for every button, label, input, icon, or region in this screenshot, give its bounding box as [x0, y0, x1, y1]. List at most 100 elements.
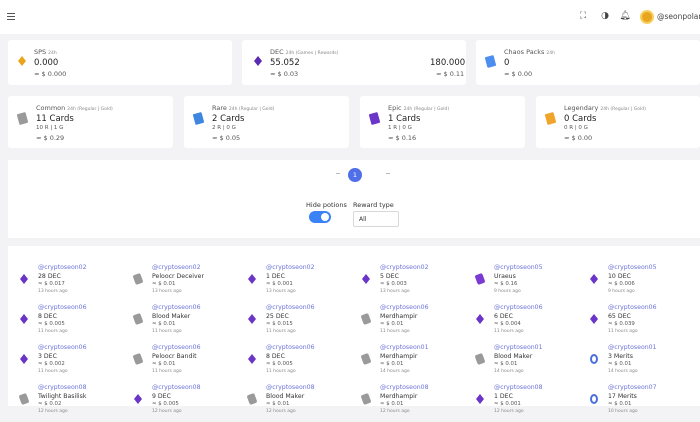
- feed-username[interactable]: @cryptoseon06: [608, 304, 657, 311]
- feed-time: 11 hours ago: [38, 369, 68, 374]
- rare-card: Rare 24h (Regular | Gold) 2 Cards 2 R | 0…: [184, 96, 349, 148]
- feed-reward: 65 DEC: [608, 313, 631, 320]
- feed-time: 11 hours ago: [38, 329, 68, 334]
- feed-time: 14 hours ago: [494, 369, 524, 374]
- feed-reward: Uraeus: [494, 273, 516, 280]
- feed-username[interactable]: @cryptoseon07: [608, 384, 657, 391]
- sps-title: SPS: [34, 48, 47, 56]
- feed-username[interactable]: @cryptoseon08: [152, 384, 201, 391]
- feed-username[interactable]: @cryptoseon08: [380, 384, 429, 391]
- avatar[interactable]: [640, 10, 654, 24]
- feed-item: @cryptoseon06 Blood Maker ≈ $ 0.01 11 hours…: [132, 304, 244, 342]
- feed-username[interactable]: @cryptoseon06: [266, 344, 315, 351]
- card-icon: [18, 392, 30, 406]
- menu-icon[interactable]: [7, 13, 15, 20]
- feed-username[interactable]: @cryptoseon08: [266, 384, 315, 391]
- common-usd: ≈ $ 0.29: [36, 134, 65, 142]
- common-card: Common 24h (Regular | Gold) 11 Cards 10 R…: [8, 96, 173, 148]
- feed-username[interactable]: @cryptoseon02: [380, 264, 429, 271]
- feed-username[interactable]: @cryptoseon08: [494, 384, 543, 391]
- epic-title: Epic: [388, 104, 402, 112]
- feed-item: @cryptoseon08 1 DEC ≈ $ 0.001 12 hours ago: [476, 384, 586, 422]
- feed-item: @cryptoseon05 10 DEC ≈ $ 0.006 9 hours ago: [590, 264, 700, 302]
- feed-reward: Merdhampir: [380, 313, 418, 320]
- feed-username[interactable]: @cryptoseon06: [38, 304, 87, 311]
- pagination-page-1[interactable]: 1: [348, 168, 362, 182]
- feed-time: 14 hours ago: [380, 369, 410, 374]
- chaos-title: Chaos Packs: [504, 48, 545, 56]
- feed-usd: ≈ $ 0.017: [38, 281, 65, 287]
- feed-time: 12 hours ago: [152, 409, 182, 414]
- feed-username[interactable]: @cryptoseon02: [266, 264, 315, 271]
- sps-value: 0.000: [34, 58, 59, 68]
- username[interactable]: @seonpolane: [657, 12, 700, 21]
- feed-usd: ≈ $ 0.01: [380, 361, 404, 367]
- dec-icon: [254, 56, 262, 66]
- toggle-knob: [321, 213, 329, 221]
- epic-value: 1 Cards: [388, 114, 421, 124]
- feed-usd: ≈ $ 0.01: [152, 281, 176, 287]
- feed-reward: Blood Maker: [266, 393, 305, 400]
- feed-username[interactable]: @cryptoseon01: [608, 344, 657, 351]
- feed-item: @cryptoseon06 8 DEC ≈ $ 0.005 11 hours ago: [20, 304, 130, 342]
- feed-reward: Merdhampir: [380, 393, 418, 400]
- feed-username[interactable]: @cryptoseon06: [494, 304, 543, 311]
- feed-time: 11 hours ago: [266, 369, 296, 374]
- rare-counts: 2 R | 0 G: [212, 125, 236, 131]
- feed-reward: Blood Maker: [494, 353, 533, 360]
- feed-username[interactable]: @cryptoseon01: [494, 344, 543, 351]
- feed-username[interactable]: @cryptoseon06: [38, 344, 87, 351]
- rare-card-icon: [192, 112, 205, 125]
- pagination-prev[interactable]: [336, 173, 340, 174]
- feed-item: @cryptoseon06 Merdhampir ≈ $ 0.01 11 hours …: [360, 304, 472, 342]
- feed-usd: ≈ $ 0.015: [266, 321, 293, 327]
- feed-usd: ≈ $ 0.01: [380, 321, 404, 327]
- feed-username[interactable]: @cryptoseon01: [380, 344, 429, 351]
- feed-username[interactable]: @cryptoseon05: [494, 264, 543, 271]
- feed-username[interactable]: @cryptoseon06: [266, 304, 315, 311]
- feed-time: 13 hours ago: [266, 289, 296, 294]
- feed-username[interactable]: @cryptoseon02: [38, 264, 87, 271]
- rare-value: 2 Cards: [212, 114, 245, 124]
- chaos-pack-icon: [484, 55, 497, 68]
- dec-icon: [476, 394, 484, 404]
- legendary-usd: ≈ $ 0.00: [564, 134, 593, 142]
- feed-item: @cryptoseon02 Peloocr Deceiver ≈ $ 0.01 13 …: [132, 264, 244, 302]
- feed-username[interactable]: @cryptoseon06: [380, 304, 429, 311]
- dec-icon: [20, 314, 28, 324]
- feed-reward: 28 DEC: [38, 273, 61, 280]
- epic-card: Epic 24h (Regular | Gold) 1 Cards 1 R | 0…: [360, 96, 525, 148]
- feed-time: 13 hours ago: [380, 289, 410, 294]
- legendary-value: 0 Cards: [564, 114, 597, 124]
- dec-icon: [20, 354, 28, 364]
- feed-username[interactable]: @cryptoseon02: [152, 264, 201, 271]
- sps-subtitle: 24h: [48, 51, 57, 56]
- pagination-next[interactable]: [386, 173, 390, 174]
- feed-reward: Merdhampir: [380, 353, 418, 360]
- sps-icon: [18, 56, 26, 66]
- bell-icon[interactable]: 🔔︎: [619, 11, 630, 21]
- feed-time: 9 hours ago: [494, 289, 521, 294]
- feed-username[interactable]: @cryptoseon06: [152, 344, 201, 351]
- dec-rewards-value: 180.000: [430, 58, 466, 68]
- common-value: 11 Cards: [36, 114, 74, 124]
- dec-icon: [590, 274, 598, 284]
- feed-usd: ≈ $ 0.005: [152, 401, 179, 407]
- feed-username[interactable]: @cryptoseon06: [152, 304, 201, 311]
- theme-toggle-icon[interactable]: ◑: [600, 11, 610, 21]
- feed-username[interactable]: @cryptoseon08: [38, 384, 87, 391]
- feed-reward: 10 DEC: [608, 273, 631, 280]
- feed-item: @cryptoseon06 6 DEC ≈ $ 0.004 11 hours ago: [476, 304, 586, 342]
- hide-potions-toggle[interactable]: [309, 211, 331, 223]
- feed-item: @cryptoseon07 17 Merits ≈ $ 0.01 10 hours a…: [590, 384, 700, 422]
- reward-type-select[interactable]: All: [353, 211, 399, 227]
- feed-time: 14 hours ago: [608, 369, 638, 374]
- rare-usd: ≈ $ 0.05: [212, 134, 241, 142]
- dec-icon: [248, 314, 256, 324]
- sps-card: SPS 24h 0.000 ≈ $ 0.000: [8, 40, 232, 85]
- feed-usd: ≈ $ 0.002: [38, 361, 65, 367]
- feed-username[interactable]: @cryptoseon05: [608, 264, 657, 271]
- fullscreen-icon[interactable]: ⛶: [578, 11, 588, 21]
- dec-games-usd: ≈ $ 0.03: [270, 70, 299, 78]
- common-counts: 10 R | 1 G: [36, 125, 64, 131]
